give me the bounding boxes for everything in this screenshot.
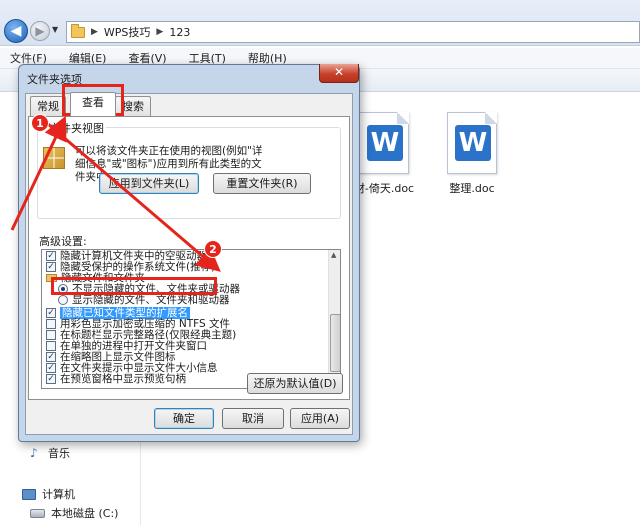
checkbox[interactable]: ✓ [46,352,56,362]
setting-row[interactable]: ✓ 在预览窗格中显示预览句柄 [46,373,186,385]
checkbox[interactable] [46,330,56,340]
folder-options-dialog: 文件夹选项 ✕ 常规 查看 搜索 文件夹视图 可以将该文件夹正在使用的视图(例如… [18,64,360,442]
annotation-step-1-badge: 1 [31,114,49,132]
folder-views-icon [43,147,65,169]
music-icon: ♪ [30,446,38,460]
close-icon: ✕ [333,65,345,79]
reset-folders-button[interactable]: 重置文件夹(R) [213,173,311,194]
annotation-step-2-badge: 2 [204,240,222,258]
nav-item-label: 音乐 [48,447,70,460]
nav-item-label: 计算机 [42,488,75,501]
back-button[interactable]: ◀ [4,19,28,43]
checkbox[interactable] [46,319,56,329]
drive-icon [30,508,45,518]
setting-label: 在预览窗格中显示预览句柄 [60,373,186,385]
explorer-title-bar: ◀ ▶ ▼ ▶ WPS技巧 ▶ 123 [0,0,640,46]
restore-defaults-button[interactable]: 还原为默认值(D) [247,373,343,394]
close-button[interactable]: ✕ [319,64,359,83]
nav-item-computer[interactable]: 计算机 [22,486,75,502]
checkbox[interactable]: ✓ [46,262,56,272]
nav-item-label: 本地磁盘 (C:) [51,507,119,520]
ok-button[interactable]: 确定 [154,408,214,429]
checkbox[interactable]: ✓ [46,374,56,384]
checkbox[interactable]: ✓ [46,363,56,373]
tab-general[interactable]: 常规 [30,96,66,116]
breadcrumb-item[interactable]: 123 [169,26,190,39]
nav-item-local-disk[interactable]: 本地磁盘 (C:) [30,505,118,521]
scrollbar-thumb[interactable] [330,314,340,372]
apply-to-folders-button[interactable]: 应用到文件夹(L) [99,173,199,194]
breadcrumb-item[interactable]: WPS技巧 [104,24,151,40]
file-label: 整理.doc [449,182,495,195]
setting-label: 显示隐藏的文件、文件夹和驱动器 [72,294,230,306]
forward-arrow-icon: ▶ [35,24,45,38]
checkbox[interactable]: ✓ [46,308,56,318]
checkbox[interactable] [46,341,56,351]
vertical-scrollbar[interactable]: ▲ ▼ [328,250,340,388]
tab-view[interactable]: 查看 [70,92,116,116]
cancel-button[interactable]: 取消 [222,408,284,429]
setting-row[interactable]: 显示隐藏的文件、文件夹和驱动器 [58,294,230,306]
breadcrumb-separator-icon: ▶ [156,27,164,37]
address-bar[interactable]: ▶ WPS技巧 ▶ 123 [66,21,640,43]
word-doc-icon: W [359,112,409,174]
computer-icon [22,488,36,500]
nav-item-music[interactable]: ♪ 音乐 [30,445,70,461]
folder-views-label: 文件夹视图 [47,120,106,136]
history-dropdown-button[interactable]: ▼ [52,25,58,34]
back-arrow-icon: ◀ [10,23,22,39]
checkbox[interactable]: ✓ [46,251,56,261]
word-doc-icon: W [447,112,497,174]
file-item[interactable]: W 整理.doc [424,112,520,196]
folder-icon [71,23,85,38]
advanced-settings-list: ✓ 隐藏计算机文件夹中的空驱动器 ✓ 隐藏受保护的操作系统文件(推荐) 隐藏文件和文… [41,249,341,389]
dialog-client-area: 常规 查看 搜索 文件夹视图 可以将该文件夹正在使用的视图(例如"详细信息"或"… [25,92,353,435]
breadcrumb-separator-icon: ▶ [91,27,98,37]
radio-button[interactable] [58,295,68,305]
view-tab-panel: 文件夹视图 可以将该文件夹正在使用的视图(例如"详细信息"或"图标")应用到所有… [28,116,350,400]
annotation-highlight-extension-setting [51,277,217,295]
chevron-down-icon: ▼ [52,25,59,34]
advanced-settings-label: 高级设置: [39,235,87,248]
scroll-up-icon[interactable]: ▲ [331,251,336,259]
apply-button[interactable]: 应用(A) [290,408,350,429]
forward-button[interactable]: ▶ [30,21,50,41]
